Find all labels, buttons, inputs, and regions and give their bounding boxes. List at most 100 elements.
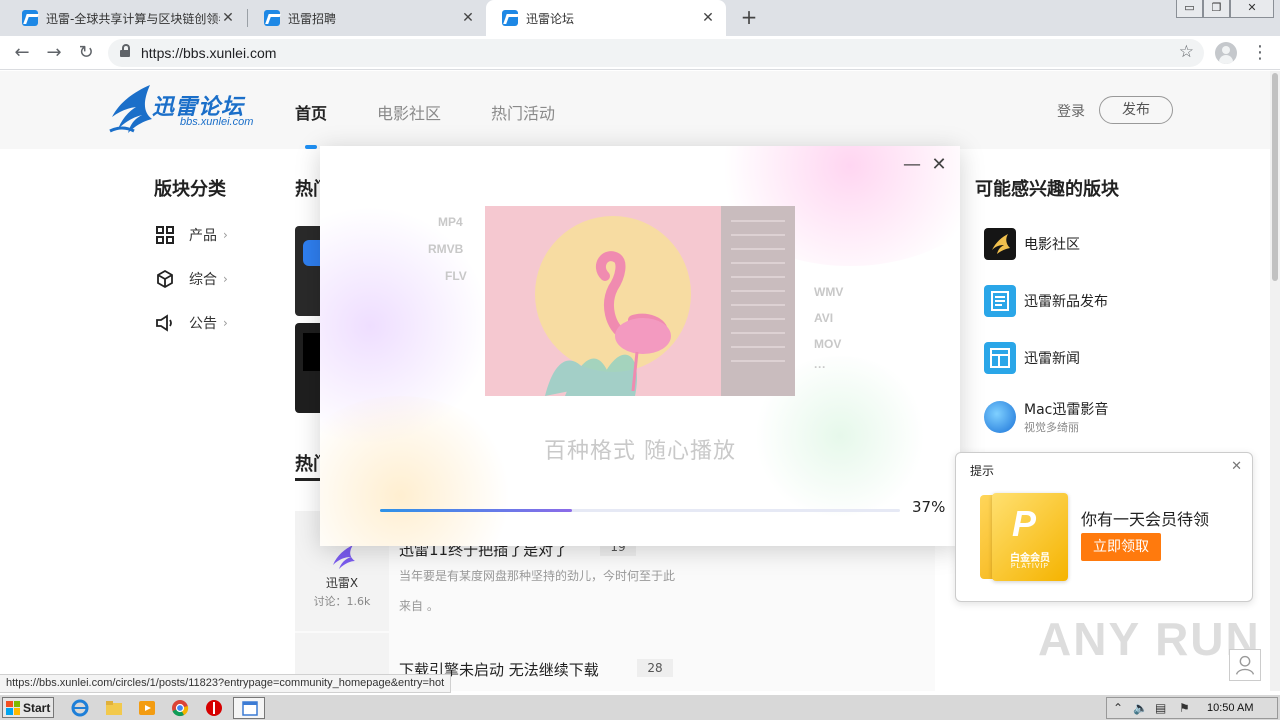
profile-avatar-icon[interactable] xyxy=(1215,42,1237,64)
tab-title: 迅雷论坛 xyxy=(526,11,575,26)
minimize-window-button[interactable]: ▭ xyxy=(1176,0,1203,18)
file-explorer-icon[interactable] xyxy=(104,698,124,718)
close-tab-icon[interactable]: ✕ xyxy=(460,10,476,26)
category-item-product[interactable]: 产品 › xyxy=(155,225,228,245)
start-button[interactable]: Start xyxy=(2,697,54,718)
format-label: RMVB xyxy=(428,242,464,256)
cube-icon xyxy=(157,269,173,289)
bookmark-star-icon[interactable]: ☆ xyxy=(1179,42,1194,62)
recommended-movie-community[interactable]: 电影社区 xyxy=(984,228,1080,260)
mac-player-icon xyxy=(984,401,1016,433)
scrollbar-thumb[interactable] xyxy=(1272,73,1278,281)
grid-icon xyxy=(156,226,174,244)
post-reply-count: 28 xyxy=(637,659,673,677)
taskbar-clock[interactable]: 10:50 AM xyxy=(1207,702,1253,714)
status-bar-url: https://bbs.xunlei.com/circles/1/posts/1… xyxy=(0,674,452,693)
window-controls: ▭ ❐ ✕ xyxy=(1176,0,1274,18)
player-install-popup: — ✕ MP4 RMVB FLV WMV AVI MOV ··· 百种格式 随心… xyxy=(320,146,960,546)
chevron-right-icon: › xyxy=(223,228,228,242)
system-tray: ⌃ 🔈 ▤ ⚑ 10:50 AM xyxy=(1106,697,1278,719)
flamingo-icon xyxy=(545,251,671,396)
format-label: MOV xyxy=(814,337,842,351)
internet-explorer-icon[interactable] xyxy=(70,698,90,718)
recommended-new-release[interactable]: 迅雷新品发布 xyxy=(984,285,1108,317)
vip-notification: 提示 ✕ P 白金会员 PLATIVIP 你有一天会员待领 立即领取 xyxy=(955,452,1253,602)
tray-expand-icon[interactable]: ⌃ xyxy=(1113,701,1123,715)
recommended-mac-player[interactable]: Mac迅雷影音 视觉多绮丽 xyxy=(984,399,1108,435)
browser-toolbar: ← → ↻ https://bbs.xunlei.com ☆ xyxy=(0,36,1280,70)
network-icon[interactable]: ▤ xyxy=(1155,701,1166,715)
xunlei-favicon-icon xyxy=(502,10,518,26)
category-label: 公告 xyxy=(189,316,217,332)
active-window-button[interactable] xyxy=(233,697,265,719)
xunlei-favicon-icon xyxy=(22,10,38,26)
nav-home[interactable]: 首页 xyxy=(295,100,327,124)
recommended-news[interactable]: 迅雷新闻 xyxy=(984,342,1080,374)
lock-icon[interactable] xyxy=(120,44,130,58)
format-label: ··· xyxy=(814,360,826,374)
close-window-button[interactable]: ✕ xyxy=(1230,0,1274,18)
nav-hot-events[interactable]: 热门活动 xyxy=(491,100,555,124)
tab-title: 迅雷-全球共享计算与区块链创领者 xyxy=(46,11,220,26)
platinum-vip-card-icon: P 白金会员 PLATIVIP xyxy=(992,493,1068,581)
action-center-flag-icon[interactable]: ⚑ xyxy=(1179,701,1190,715)
antivirus-icon[interactable] xyxy=(204,698,224,718)
logo-subtitle: bbs.xunlei.com xyxy=(180,116,254,128)
popup-minimize-button[interactable]: — xyxy=(902,154,922,175)
address-bar[interactable]: https://bbs.xunlei.com ☆ xyxy=(108,39,1204,67)
reload-icon[interactable]: ↻ xyxy=(74,41,98,65)
megaphone-icon xyxy=(156,314,172,332)
recommended-title: 可能感兴趣的版块 xyxy=(975,179,1119,200)
format-label: MP4 xyxy=(438,215,463,229)
anyrun-watermark: ANY RUN xyxy=(1038,613,1261,665)
close-tab-icon[interactable]: ✕ xyxy=(700,10,716,26)
format-label: FLV xyxy=(445,269,467,283)
tab-xunlei-jobs[interactable]: 迅雷招聘 ✕ xyxy=(248,0,486,36)
recommended-name: Mac迅雷影音 xyxy=(1024,402,1109,418)
page-scrollbar[interactable] xyxy=(1270,71,1280,691)
back-icon[interactable]: ← xyxy=(10,41,34,65)
tab-xunlei-forum[interactable]: 迅雷论坛 ✕ xyxy=(486,0,726,36)
recommended-name: 电影社区 xyxy=(1024,237,1080,253)
windows-taskbar: Start ⌃ 🔈 ▤ ⚑ 10:50 AM xyxy=(0,694,1280,720)
login-link[interactable]: 登录 xyxy=(1057,101,1085,121)
category-item-announcement[interactable]: 公告 › xyxy=(155,313,228,333)
post-author[interactable]: 迅雷X xyxy=(295,574,389,591)
category-item-general[interactable]: 综合 › xyxy=(155,269,228,289)
start-label: Start xyxy=(23,700,51,715)
publish-button[interactable]: 发布 xyxy=(1099,96,1173,124)
install-progress-bar xyxy=(380,509,900,512)
user-icon[interactable] xyxy=(1229,649,1261,681)
address-url[interactable]: https://bbs.xunlei.com xyxy=(141,45,276,61)
nav-active-indicator xyxy=(305,145,317,149)
claim-now-button[interactable]: 立即领取 xyxy=(1081,533,1161,561)
forward-icon[interactable]: → xyxy=(42,41,66,65)
chevron-right-icon: › xyxy=(223,316,228,330)
format-label: WMV xyxy=(814,285,844,299)
document-icon xyxy=(984,285,1016,317)
xunlei-bird-logo-icon[interactable] xyxy=(106,81,156,141)
install-progress-fill xyxy=(380,509,573,512)
nav-movie-community[interactable]: 电影社区 xyxy=(377,100,441,124)
tab-xunlei-home[interactable]: 迅雷-全球共享计算与区块链创领者 ✕ xyxy=(6,0,246,36)
new-tab-button[interactable]: + xyxy=(737,6,761,30)
popup-slogan: 百种格式 随心播放 xyxy=(544,439,736,464)
post-source: 来自 。 xyxy=(399,599,439,613)
category-title: 版块分类 xyxy=(154,179,226,200)
browser-menu-icon[interactable]: ⋮ xyxy=(1251,42,1269,63)
media-player-icon[interactable] xyxy=(137,698,157,718)
notification-close-icon[interactable]: ✕ xyxy=(1231,459,1242,474)
windows-logo-icon xyxy=(6,700,20,715)
player-preview-illustration xyxy=(485,206,795,396)
popup-close-button[interactable]: ✕ xyxy=(929,154,949,175)
restore-window-button[interactable]: ❐ xyxy=(1203,0,1230,18)
close-tab-icon[interactable]: ✕ xyxy=(220,10,236,26)
volume-icon[interactable]: 🔈 xyxy=(1133,701,1148,715)
post-excerpt[interactable]: 当年要是有某度网盘那种坚持的劲儿，今时何至于此 xyxy=(399,567,675,584)
chrome-icon[interactable] xyxy=(170,698,190,718)
category-label: 产品 xyxy=(189,228,217,244)
recommended-name: 迅雷新品发布 xyxy=(1024,294,1108,310)
post-discussion-count: 讨论：1.6k xyxy=(313,595,371,608)
decor-blob xyxy=(320,396,520,546)
window-app-icon xyxy=(242,701,258,716)
